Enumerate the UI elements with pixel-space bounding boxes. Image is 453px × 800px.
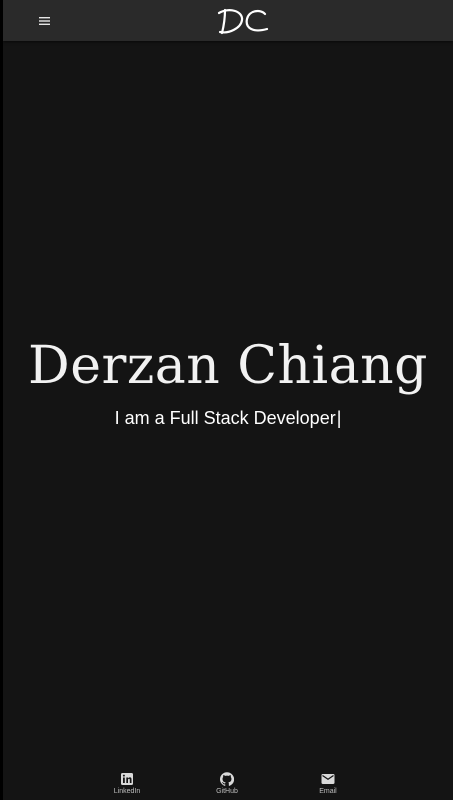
top-app-bar [3,0,453,41]
email-icon [321,774,335,784]
hamburger-menu-icon [39,17,50,25]
github-label: GitHub [216,788,238,795]
menu-button[interactable] [37,13,55,29]
app-frame: Derzan Chiang I am a Full Stack Develope… [3,0,453,800]
bottom-navigation: LinkedIn GitHub Email [3,764,453,800]
email-link[interactable]: Email [298,772,358,797]
email-label: Email [319,788,337,795]
dc-logo-mark [217,8,269,35]
typing-cursor: | [336,408,342,428]
linkedin-link[interactable]: LinkedIn [97,772,157,797]
linkedin-icon [121,773,133,785]
hero-tagline-line: I am a Full Stack Developer| [3,406,453,430]
hero-name: Derzan Chiang [28,336,428,396]
linkedin-label: LinkedIn [113,788,141,795]
github-link[interactable]: GitHub [197,772,257,797]
hero-tagline: I am a Full Stack Developer [114,408,336,428]
logo[interactable] [215,5,269,37]
github-icon [220,772,234,786]
